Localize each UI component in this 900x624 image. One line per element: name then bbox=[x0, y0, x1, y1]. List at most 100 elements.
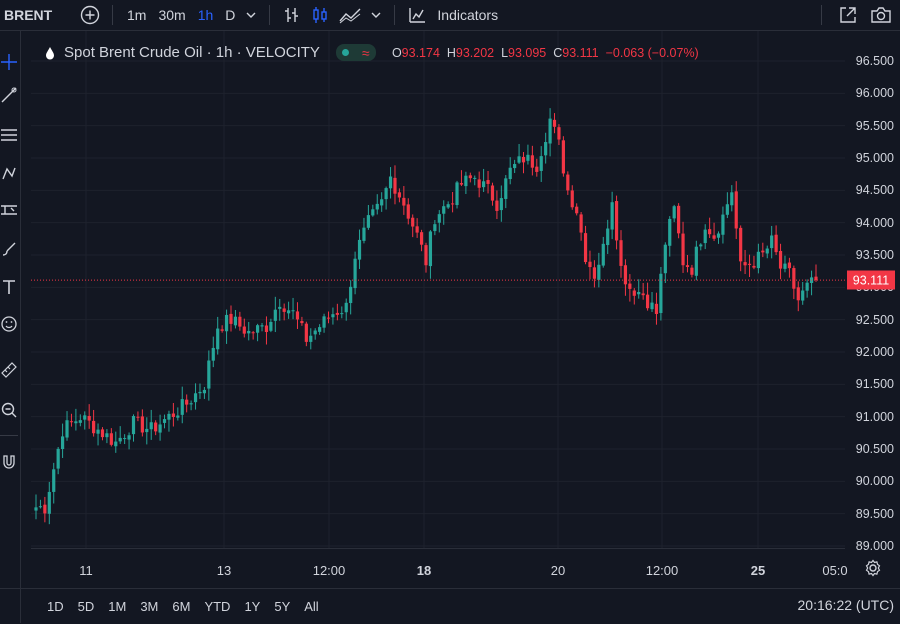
candle-body bbox=[264, 325, 269, 333]
time-tick-label: 12:00 bbox=[312, 563, 346, 578]
candle-body bbox=[428, 231, 433, 267]
time-tick-label: 12:00 bbox=[645, 563, 679, 578]
range-1d[interactable]: 1D bbox=[40, 599, 71, 614]
chevron-down-icon[interactable] bbox=[366, 9, 386, 21]
range-1m[interactable]: 1M bbox=[101, 599, 133, 614]
emoji-icon[interactable] bbox=[0, 313, 18, 335]
candle-body bbox=[207, 360, 211, 389]
camera-icon[interactable] bbox=[866, 5, 900, 25]
interval-30m[interactable]: 30m bbox=[152, 7, 191, 23]
candle-body bbox=[756, 251, 760, 269]
separator bbox=[269, 5, 271, 25]
candle-body bbox=[393, 177, 397, 194]
indicators-icon[interactable] bbox=[403, 5, 431, 25]
candle-body bbox=[637, 291, 641, 295]
candle-body bbox=[52, 469, 56, 492]
settings-icon[interactable] bbox=[864, 559, 882, 582]
candle-body bbox=[366, 215, 370, 228]
candle-body bbox=[490, 185, 495, 201]
candle-body bbox=[162, 419, 167, 423]
compare-add-icon[interactable] bbox=[76, 5, 104, 25]
candle-body bbox=[513, 164, 517, 169]
candle-body bbox=[340, 313, 344, 315]
candle-body bbox=[180, 399, 184, 415]
utc-clock[interactable]: 20:16:22 (UTC) bbox=[798, 597, 894, 613]
candle-body bbox=[313, 330, 317, 335]
candle-body bbox=[583, 233, 588, 263]
candle-body bbox=[406, 204, 410, 219]
fib-retracement-icon[interactable] bbox=[0, 124, 18, 146]
symbol-name[interactable]: BRENT bbox=[0, 7, 76, 23]
price-tick-label: 95.500 bbox=[855, 118, 894, 133]
candle-body bbox=[544, 142, 548, 156]
range-5y[interactable]: 5Y bbox=[267, 599, 297, 614]
candle-body bbox=[322, 316, 326, 328]
ohlc-values: O93.174 H93.202 L93.095 C93.111 −0.063 (… bbox=[392, 46, 699, 60]
price-tick-label: 92.500 bbox=[855, 312, 894, 327]
candle-body bbox=[198, 391, 202, 394]
range-3m[interactable]: 3M bbox=[133, 599, 165, 614]
area-style-icon[interactable] bbox=[334, 5, 366, 25]
magnet-icon[interactable] bbox=[0, 451, 18, 473]
candle-body bbox=[189, 403, 193, 405]
candle-body bbox=[530, 155, 534, 168]
price-tick-label: 89.000 bbox=[855, 539, 894, 553]
candle-body bbox=[295, 311, 300, 320]
ruler-icon[interactable] bbox=[0, 359, 18, 381]
chevron-down-icon[interactable] bbox=[241, 9, 261, 21]
interval-1m[interactable]: 1m bbox=[121, 7, 152, 23]
candle-body bbox=[220, 329, 224, 331]
interval-1h[interactable]: 1h bbox=[192, 7, 220, 23]
candle-body bbox=[140, 416, 144, 433]
legend-status-pill[interactable]: ≈ bbox=[335, 44, 376, 61]
price-chart[interactable] bbox=[31, 31, 845, 548]
candle-body bbox=[654, 303, 659, 314]
indicators-button[interactable]: Indicators bbox=[431, 7, 504, 23]
candle-body bbox=[787, 262, 792, 269]
zoom-icon[interactable] bbox=[0, 399, 18, 421]
time-axis[interactable]: 11 13 12:00 18 20 12:00 25 05:0 bbox=[31, 548, 848, 589]
candle-body bbox=[300, 321, 304, 324]
range-1y[interactable]: 1Y bbox=[237, 599, 267, 614]
candle-body bbox=[260, 325, 264, 327]
candle-style-icon[interactable] bbox=[306, 5, 334, 25]
candle-body bbox=[446, 204, 450, 208]
range-6m[interactable]: 6M bbox=[165, 599, 197, 614]
pattern-icon[interactable] bbox=[0, 162, 18, 184]
candle-body bbox=[597, 264, 601, 280]
candle-body bbox=[87, 415, 91, 421]
prediction-icon[interactable] bbox=[0, 199, 18, 221]
candle-body bbox=[606, 228, 610, 246]
candle-body bbox=[561, 140, 565, 174]
candle-body bbox=[610, 202, 614, 230]
candle-body bbox=[251, 332, 255, 334]
candle-body bbox=[716, 233, 721, 238]
range-ytd[interactable]: YTD bbox=[197, 599, 237, 614]
candle-body bbox=[242, 326, 246, 334]
candle-body bbox=[304, 323, 308, 342]
candle-body bbox=[690, 267, 694, 275]
candle-body bbox=[419, 232, 424, 245]
trend-line-icon[interactable] bbox=[0, 84, 18, 106]
candle-body bbox=[459, 183, 464, 185]
price-tick-label: 89.500 bbox=[855, 506, 894, 521]
candle-body bbox=[801, 290, 805, 301]
candle-body bbox=[566, 174, 570, 191]
candle-body bbox=[579, 214, 583, 233]
candle-body bbox=[331, 314, 335, 318]
crosshair-icon[interactable] bbox=[0, 51, 18, 73]
text-icon[interactable] bbox=[0, 276, 18, 298]
brush-icon[interactable] bbox=[0, 238, 18, 260]
time-tick-label: 13 bbox=[216, 563, 232, 578]
interval-d[interactable]: D bbox=[219, 7, 241, 23]
candle-body bbox=[65, 420, 69, 438]
market-status-dot-icon bbox=[342, 49, 350, 56]
candle-body bbox=[628, 283, 632, 289]
candle-body bbox=[619, 240, 623, 266]
drawing-toolbar bbox=[0, 31, 21, 623]
candle-body bbox=[433, 224, 437, 232]
fullscreen-icon[interactable] bbox=[830, 5, 866, 25]
range-all[interactable]: All bbox=[297, 599, 325, 614]
bar-style-icon[interactable] bbox=[278, 5, 306, 25]
range-5d[interactable]: 5D bbox=[71, 599, 102, 614]
